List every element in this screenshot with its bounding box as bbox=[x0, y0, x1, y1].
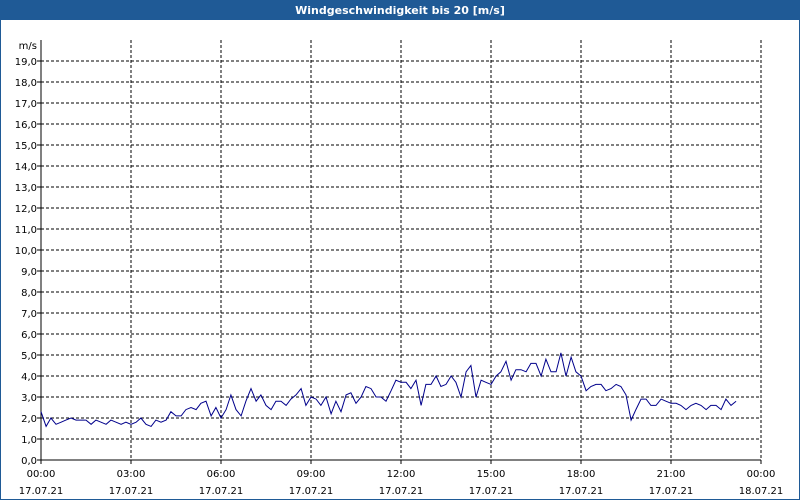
y-tick-label: 19,0 bbox=[15, 57, 37, 68]
y-tick-label: 18,0 bbox=[15, 78, 37, 89]
x-tick-time: 00:00 bbox=[27, 469, 56, 480]
y-tick-label: 3,0 bbox=[21, 393, 37, 404]
x-tick-time: 15:00 bbox=[477, 469, 506, 480]
y-tick-label: 5,0 bbox=[21, 351, 37, 362]
y-tick-label: 2,0 bbox=[21, 414, 37, 425]
x-tick-date: 17.07.21 bbox=[379, 486, 424, 497]
x-tick-time: 12:00 bbox=[387, 469, 416, 480]
y-tick-label: 15,0 bbox=[15, 141, 37, 152]
x-tick-time: 09:00 bbox=[297, 469, 326, 480]
y-tick-label: 17,0 bbox=[15, 99, 37, 110]
x-tick-date: 17.07.21 bbox=[469, 486, 514, 497]
y-tick-label: 6,0 bbox=[21, 330, 37, 341]
y-tick-label: 13,0 bbox=[15, 183, 37, 194]
x-tick-time: 03:00 bbox=[117, 469, 146, 480]
y-axis-ticks: 0,0 1,0 2,0 3,0 4,0 5,0 6,0 7,0 8,0 9,0 10,0 11,0 12… bbox=[15, 57, 41, 467]
wind-speed-chart: 0,0 1,0 2,0 3,0 4,0 5,0 6,0 7,0 8,0 9,0 10,0 11,0 12… bbox=[15, 40, 784, 497]
chart-window: Windgeschwindigkeit bis 20 [m/s] 0,0 1,0 2… bbox=[0, 0, 800, 500]
y-tick-label: 16,0 bbox=[15, 120, 37, 131]
x-tick-time: 18:00 bbox=[567, 469, 596, 480]
wind-speed-line bbox=[40, 352, 737, 428]
grid-lines bbox=[41, 40, 762, 460]
y-tick-label: 8,0 bbox=[21, 288, 37, 299]
y-tick-label: 4,0 bbox=[21, 372, 37, 383]
series bbox=[40, 352, 737, 428]
x-axis-ticks: 00:00 17.07.21 03:00 17.07.21 06:00 17.07.21 0… bbox=[19, 460, 784, 497]
y-tick-label: 10,0 bbox=[15, 246, 37, 257]
y-tick-label: 14,0 bbox=[15, 162, 37, 173]
x-tick-time: 06:00 bbox=[207, 469, 236, 480]
x-tick-date: 17.07.21 bbox=[559, 486, 604, 497]
x-tick-time: 00:00 bbox=[747, 469, 776, 480]
x-tick-date: 17.07.21 bbox=[199, 486, 244, 497]
x-tick-date: 18.07.21 bbox=[739, 486, 784, 497]
x-tick-time: 21:00 bbox=[657, 469, 686, 480]
y-tick-label: 9,0 bbox=[21, 267, 37, 278]
y-tick-label: 7,0 bbox=[21, 309, 37, 320]
x-tick-date: 17.07.21 bbox=[109, 486, 154, 497]
y-tick-label: 12,0 bbox=[15, 204, 37, 215]
x-tick-date: 17.07.21 bbox=[19, 486, 64, 497]
y-tick-label: 0,0 bbox=[21, 456, 37, 467]
x-tick-date: 17.07.21 bbox=[649, 486, 694, 497]
y-axis-label: m/s bbox=[19, 41, 37, 52]
x-tick-date: 17.07.21 bbox=[289, 486, 334, 497]
y-tick-label: 1,0 bbox=[21, 435, 37, 446]
y-tick-label: 11,0 bbox=[15, 225, 37, 236]
